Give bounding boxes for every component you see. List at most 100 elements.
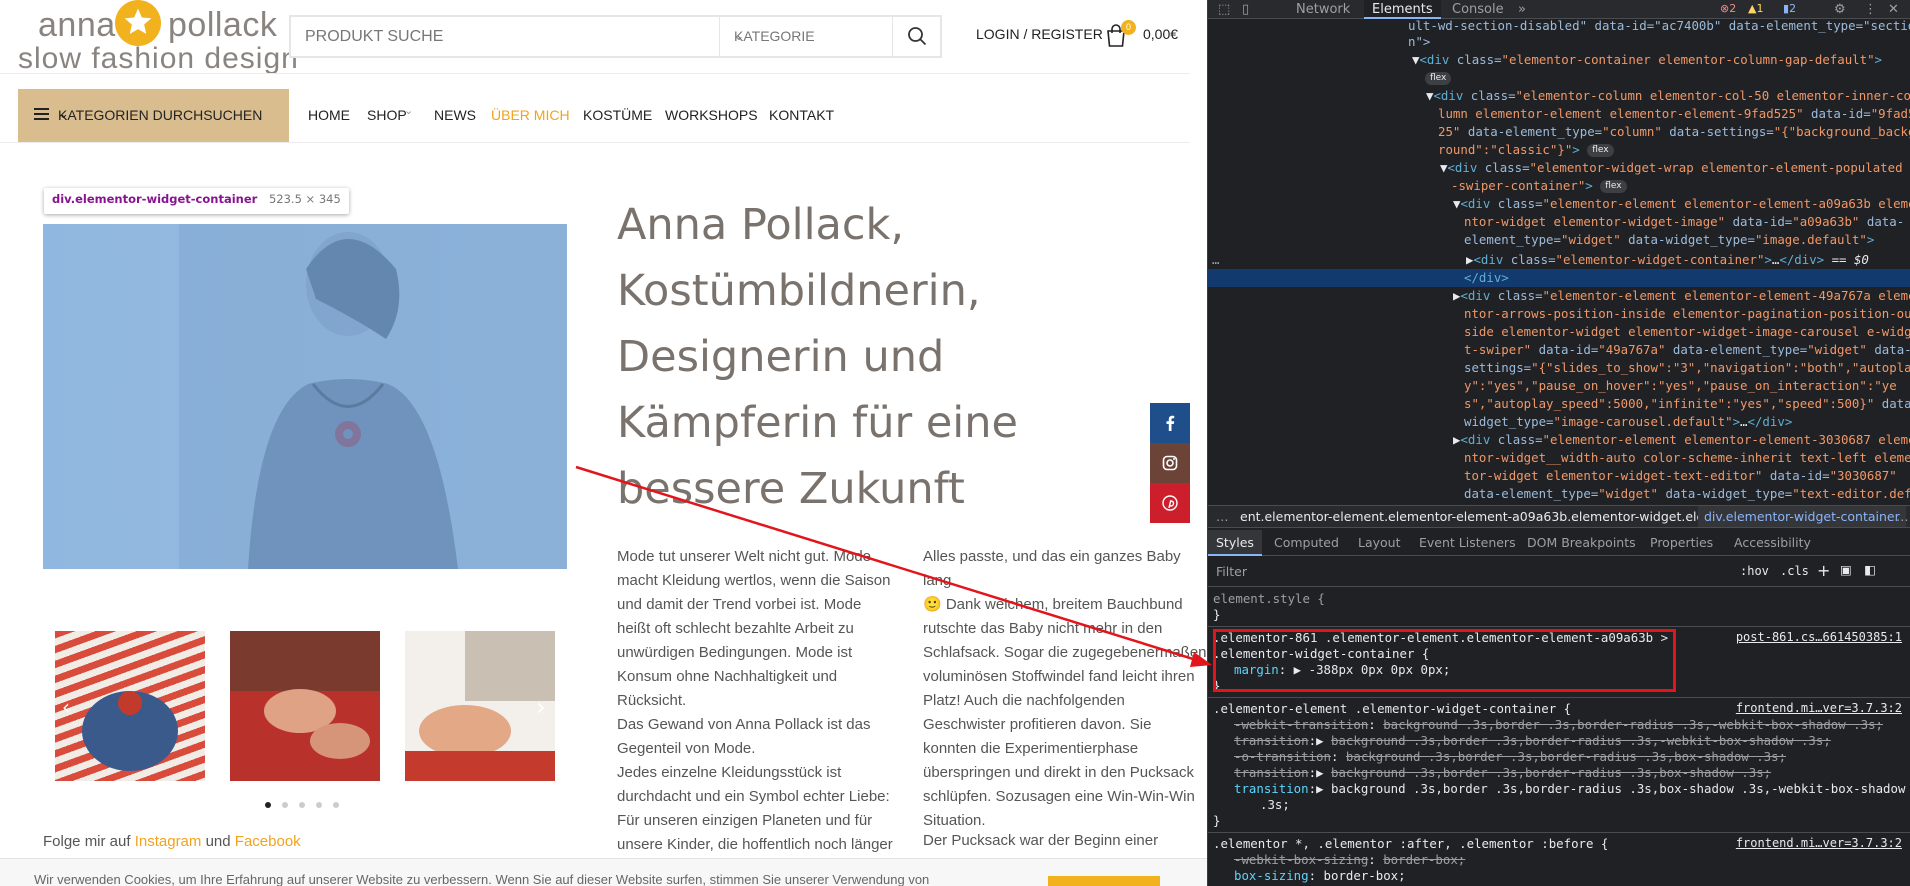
dom-line[interactable]: ntor-widget elementor-widget-image" data… (1464, 213, 1904, 231)
rule3-selector[interactable]: .elementor *, .elementor :after, .elemen… (1213, 836, 1608, 852)
add-rule-button[interactable]: + (1817, 561, 1830, 580)
carousel-next-arrow-icon[interactable]: › (536, 693, 546, 721)
dom-line[interactable]: ntor-widget__width-auto color-scheme-inh… (1464, 449, 1910, 467)
cookie-accept-button[interactable] (1048, 876, 1160, 886)
dom-line[interactable]: widget_type="image-carousel.default">…</… (1464, 413, 1792, 431)
carousel-slide[interactable] (230, 631, 380, 781)
close-icon[interactable]: ✕ (1888, 0, 1899, 19)
carousel-slide[interactable] (55, 631, 205, 781)
facebook-link[interactable]: Facebook (235, 833, 301, 850)
filter-input[interactable]: Filter (1216, 564, 1247, 579)
dom-line[interactable]: y":"yes","pause_on_hover":"yes","pause_o… (1464, 377, 1897, 395)
tab-network[interactable]: Network (1296, 0, 1350, 19)
element-style-rule[interactable]: element.style { (1213, 591, 1325, 607)
more-options-icon[interactable]: … (1212, 251, 1219, 269)
search-button[interactable] (892, 17, 940, 56)
dom-line[interactable]: n"> (1408, 33, 1430, 51)
tab-elements[interactable]: Elements (1364, 0, 1441, 19)
rule1-source-link[interactable]: post-861.cs…661450385:1 (1736, 630, 1902, 644)
inspect-highlight-overlay (43, 224, 567, 569)
dom-line[interactable]: -swiper-container"> flex (1451, 177, 1627, 195)
more-tabs-icon[interactable]: » (1518, 0, 1526, 19)
dom-line[interactable]: settings="{"slides_to_show":"3","navigat… (1464, 359, 1910, 377)
error-count-badge[interactable]: ⊗2 (1717, 1, 1739, 17)
carousel-slide[interactable] (405, 631, 555, 781)
rule3-source-link[interactable]: frontend.mi…ver=3.7.3:2 (1736, 836, 1902, 850)
cart-total[interactable]: 0,00€ (1143, 26, 1178, 42)
rule3-declaration[interactable]: -webkit-box-sizing: border-box; (1234, 852, 1465, 868)
carousel-dot[interactable] (316, 802, 322, 808)
nav-ueber-mich[interactable]: ÜBER MICH (491, 107, 570, 123)
inspect-element-icon[interactable]: ⬚ (1218, 0, 1230, 19)
more-options-icon[interactable]: ⋮ (1864, 0, 1877, 19)
dom-line[interactable]: ▼<div class="elementor-widget-wrap eleme… (1440, 159, 1910, 177)
dom-line[interactable]: side elementor-widget elementor-widget-i… (1464, 323, 1910, 341)
tab-properties[interactable]: Properties (1650, 530, 1713, 556)
rule2-selector[interactable]: .elementor-element .elementor-widget-con… (1213, 701, 1571, 717)
nav-workshops[interactable]: WORKSHOPS (665, 107, 758, 123)
rule2-declaration[interactable]: -webkit-transition: background .3s,borde… (1234, 717, 1883, 733)
category-select[interactable]: KATEGORIE ⌄ (719, 17, 892, 56)
selected-dom-line[interactable]: ▶<div class="elementor-widget-container"… (1466, 251, 1869, 269)
instagram-link[interactable]: Instagram (135, 833, 202, 850)
breadcrumb-overflow-icon[interactable]: … (1216, 506, 1229, 527)
dom-line[interactable]: t-swiper" data-id="49a767a" data-element… (1464, 341, 1910, 359)
breadcrumb-overflow-icon[interactable]: … (1896, 506, 1909, 527)
carousel-dot[interactable] (299, 802, 305, 808)
rule2-declaration[interactable]: -o-transition: background .3s,border .3s… (1234, 749, 1786, 765)
rule2-source-link[interactable]: frontend.mi…ver=3.7.3:2 (1736, 701, 1902, 715)
facebook-share-button[interactable] (1150, 403, 1190, 443)
paint-icon[interactable]: ▣ (1840, 562, 1852, 577)
hover-state-toggle[interactable]: :hov (1740, 564, 1769, 578)
rule2-declaration[interactable]: transition:▶ background .3s,border .3s,b… (1234, 781, 1905, 797)
browse-categories-button[interactable]: KATEGORIEN DURCHSUCHEN ⌄ (18, 89, 289, 142)
rule2-declaration[interactable]: transition:▶ background .3s,border .3s,b… (1234, 733, 1831, 749)
tab-computed[interactable]: Computed (1274, 530, 1339, 556)
warning-count-badge[interactable]: ▲1 (1745, 1, 1766, 17)
tab-accessibility[interactable]: Accessibility (1734, 530, 1811, 556)
dom-line[interactable]: ▶<div class="elementor-element elementor… (1453, 287, 1910, 305)
dom-line[interactable]: element_type="widget" data-widget_type="… (1464, 231, 1874, 249)
rule-divider (1208, 832, 1910, 833)
dom-line[interactable]: ntor-arrows-position-inside elementor-pa… (1464, 305, 1910, 323)
dom-line[interactable]: ▶<div class="elementor-element elementor… (1453, 431, 1910, 449)
dom-line[interactable]: data-element_type="widget" data-widget_t… (1464, 485, 1910, 503)
device-toolbar-icon[interactable]: ▯ (1242, 0, 1249, 19)
tab-dom-breakpoints[interactable]: DOM Breakpoints (1527, 530, 1636, 556)
dom-line[interactable]: tor-widget elementor-widget-text-editor"… (1464, 467, 1897, 485)
login-register-link[interactable]: LOGIN / REGISTER (976, 26, 1103, 42)
tab-layout[interactable]: Layout (1358, 530, 1401, 556)
dom-line[interactable]: s","autoplay_speed":5000,"infinite":"yes… (1464, 395, 1910, 413)
message-count-badge[interactable]: ▮2 (1780, 1, 1799, 17)
carousel-dot[interactable] (333, 802, 339, 808)
rule3-declaration[interactable]: box-sizing: border-box; (1234, 868, 1406, 884)
carousel-dot[interactable] (282, 802, 288, 808)
nav-kostueme[interactable]: KOSTÜME (583, 107, 652, 123)
tab-styles[interactable]: Styles (1208, 530, 1262, 556)
follow-and: und (201, 833, 235, 850)
class-toggle[interactable]: .cls (1780, 564, 1809, 578)
settings-gear-icon[interactable]: ⚙ (1834, 0, 1846, 19)
dom-line[interactable]: ult-wd-section-disabled" data-id="ac7400… (1408, 19, 1910, 35)
dom-line[interactable]: 25" data-element_type="column" data-sett… (1438, 123, 1910, 141)
dom-line[interactable]: ▼<div class="elementor-container element… (1412, 51, 1882, 69)
rule2-declaration[interactable]: transition:▶ background .3s,border .3s,b… (1234, 765, 1771, 781)
dom-line[interactable]: ▼<div class="elementor-column elementor-… (1426, 87, 1910, 105)
sidebar-toggle-icon[interactable]: ◧ (1864, 562, 1876, 577)
nav-news[interactable]: NEWS (434, 107, 476, 123)
carousel-dot[interactable] (265, 802, 271, 808)
instagram-share-button[interactable] (1150, 443, 1190, 483)
dom-line[interactable]: round":"classic"}"> flex (1438, 141, 1614, 159)
nav-kontakt[interactable]: KONTAKT (769, 107, 834, 123)
dom-line[interactable]: lumn elementor-element elementor-element… (1438, 105, 1910, 123)
breadcrumb-item-active[interactable]: div.elementor-widget-container (1698, 506, 1906, 527)
tab-console[interactable]: Console (1452, 0, 1504, 19)
dom-line[interactable]: </div> (1464, 269, 1509, 287)
search-input[interactable]: PRODUKT SUCHE (305, 28, 443, 46)
dom-line[interactable]: ▼<div class="elementor-element elementor… (1453, 195, 1910, 213)
nav-shop[interactable]: SHOP (367, 107, 407, 123)
nav-home[interactable]: HOME (308, 107, 350, 123)
pinterest-share-button[interactable] (1150, 483, 1190, 523)
carousel-prev-arrow-icon[interactable]: ‹ (62, 695, 70, 719)
tab-event-listeners[interactable]: Event Listeners (1419, 530, 1516, 556)
